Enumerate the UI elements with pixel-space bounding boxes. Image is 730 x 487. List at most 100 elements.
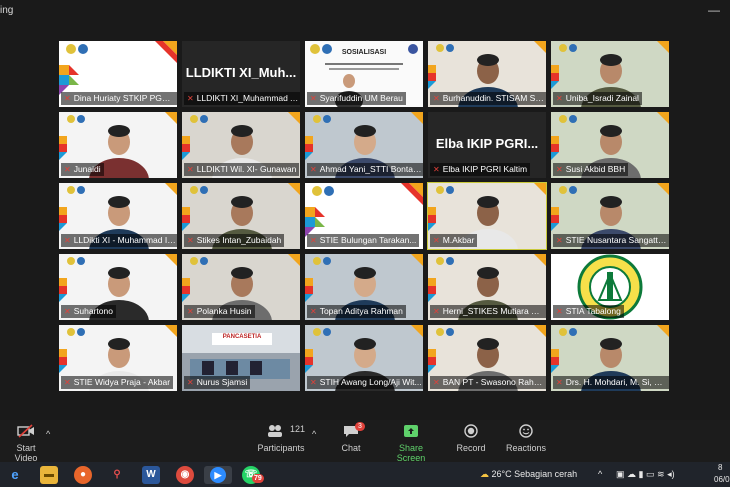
participant-tile[interactable]: ✕ STIE Bulungan Tarakan...: [305, 183, 423, 249]
firefox-icon[interactable]: ●: [74, 466, 92, 484]
participant-name-label: ✕ Junaidi: [61, 163, 104, 176]
participant-name-label: ✕ Nurus Sjamsi: [184, 376, 251, 389]
participant-name: STIH Awang Long/Aji Wit...: [319, 377, 422, 387]
participant-tile[interactable]: ✕ Dina Huriaty STKIP PGRI ...: [59, 41, 177, 107]
participant-name-label: ✕ Dina Huriaty STKIP PGRI ...: [61, 92, 177, 105]
video-off-icon: [4, 424, 48, 440]
participant-name-label: ✕ Topan Aditya Rahman: [307, 305, 406, 318]
participant-name-label: ✕ Elba IKIP PGRI Kaltim: [430, 163, 531, 176]
participant-tile[interactable]: ✕ Topan Aditya Rahman: [305, 254, 423, 320]
participant-tile[interactable]: ✕ STIA Tabalong: [551, 254, 669, 320]
chat-label: Chat: [341, 443, 361, 453]
video-gallery: ✕ Dina Huriaty STKIP PGRI ... LLDIKTI XI_M…: [0, 22, 730, 420]
participant-tile[interactable]: ✕ Burhanuddin. STISAM SA...: [428, 41, 546, 107]
word-icon[interactable]: W: [142, 466, 160, 484]
participant-name: Nurus Sjamsi: [196, 377, 248, 387]
participant-tile[interactable]: ✕ Ahmad Yani_STTI Bontang: [305, 112, 423, 178]
participants-options-chevron-icon[interactable]: ^: [312, 429, 316, 439]
participant-tile[interactable]: ✕ Suhartono: [59, 254, 177, 320]
participant-tile[interactable]: ✕ Junaidi: [59, 112, 177, 178]
weather-text: Sebagian cerah: [514, 469, 578, 479]
muted-mic-icon: ✕: [433, 165, 440, 174]
windows-taskbar: e ▬ ● ⚲ W ◉ ▶ ☏ 79 ☁ 26°C Sebagian cerah…: [0, 462, 730, 487]
window-title: ing: [0, 5, 14, 16]
participant-tile[interactable]: Elba IKIP PGRI... ✕ Elba IKIP PGRI Kaltim: [428, 112, 546, 178]
volume-icon[interactable]: ◂): [667, 469, 675, 479]
participant-name: Ahmad Yani_STTI Bontang: [319, 164, 423, 174]
participant-name: M.Akbar: [442, 235, 475, 245]
participant-tile[interactable]: ✕ Herni_STIKES Mutiara Ma...: [428, 254, 546, 320]
minimize-icon[interactable]: —: [708, 3, 720, 17]
participant-tile[interactable]: ✕ Susi Akbid BBH: [551, 112, 669, 178]
participant-name: Drs. H. Mohdari, M. Si, SP...: [565, 377, 669, 387]
muted-mic-icon: ✕: [187, 378, 194, 387]
chrome-icon[interactable]: ◉: [176, 466, 194, 484]
zoom-app-icon[interactable]: ▶: [204, 466, 232, 484]
participant-name: Stikes Intan_Zubaidah: [196, 235, 282, 245]
participant-name-label: ✕ Suhartono: [61, 305, 116, 318]
participant-name-label: ✕ LLDikti XI - Muhammad Is...: [61, 234, 177, 247]
tray-chevron-icon[interactable]: ^: [598, 469, 602, 479]
participant-tile[interactable]: ✕ LLDikti XI - Muhammad Is...: [59, 183, 177, 249]
weather-widget[interactable]: ☁ 26°C Sebagian cerah: [480, 469, 577, 480]
participant-tile[interactable]: ✕ Polanka Husin: [182, 254, 300, 320]
tray-cloud-icon[interactable]: ☁: [627, 469, 636, 479]
muted-mic-icon: ✕: [187, 165, 194, 174]
participant-display-name: LLDIKTI XI_Muh...: [185, 65, 297, 80]
muted-mic-icon: ✕: [187, 236, 194, 245]
participant-tile[interactable]: PANCASETIA ✕ Nurus Sjamsi: [182, 325, 300, 391]
reactions-button[interactable]: Reactions: [504, 424, 548, 453]
tray-app-icon[interactable]: ▣: [616, 469, 625, 479]
participant-name: Polanka Husin: [196, 306, 252, 316]
participant-name-label: ✕ Drs. H. Mohdari, M. Si, SP...: [553, 376, 669, 389]
tray-icons: ▣ ☁ ▮ ▭ ≋ ◂): [616, 469, 675, 480]
participant-tile[interactable]: ✕ LLDIKTI Wil. XI- Gunawan: [182, 112, 300, 178]
participant-name: LLDIKTI XI_Muhammad A...: [196, 93, 300, 103]
participant-name-label: ✕ STIA Tabalong: [553, 305, 624, 318]
participant-tile[interactable]: LLDIKTI XI_Muh... ✕ LLDIKTI XI_Muhammad A.…: [182, 41, 300, 107]
share-screen-icon: [384, 424, 438, 440]
participant-name-label: ✕ Uniba_Isradi Zainal: [553, 92, 642, 105]
clock-time: 8: [718, 463, 723, 472]
participant-tile[interactable]: SOSIALISASI ✕ Syarifuddin UM Berau: [305, 41, 423, 107]
participant-name-label: ✕ Herni_STIKES Mutiara Ma...: [430, 305, 546, 318]
whatsapp-icon[interactable]: ☏ 79: [242, 466, 264, 484]
tray-pen-icon[interactable]: ▮: [639, 469, 644, 479]
participant-tile[interactable]: ✕ STIE Nusantara Sangatta...: [551, 183, 669, 249]
participant-name: Susi Akbid BBH: [565, 164, 626, 174]
participant-name: Junaidi: [73, 164, 101, 174]
participant-tile[interactable]: ✕ Stikes Intan_Zubaidah: [182, 183, 300, 249]
file-explorer-icon[interactable]: ▬: [40, 466, 58, 484]
participants-count: 121: [290, 424, 306, 434]
app-figure-icon[interactable]: ⚲: [108, 466, 126, 484]
video-options-chevron-icon[interactable]: ^: [46, 429, 50, 439]
participant-tile[interactable]: ✕ BAN PT - Swasono Rahar...: [428, 325, 546, 391]
muted-mic-icon: ✕: [310, 307, 317, 316]
participant-tile[interactable]: ✕ Uniba_Isradi Zainal: [551, 41, 669, 107]
slide-title: SOSIALISASI: [341, 49, 387, 56]
participant-name: STIA Tabalong: [565, 306, 621, 316]
reactions-label: Reactions: [505, 443, 547, 453]
participant-name-label: ✕ BAN PT - Swasono Rahar...: [430, 376, 546, 389]
participant-tile[interactable]: ✕ Drs. H. Mohdari, M. Si, SP...: [551, 325, 669, 391]
participants-label: Participants: [257, 443, 305, 453]
participant-name-label: ✕ Susi Akbid BBH: [553, 163, 629, 176]
participant-name: STIE Widya Praja - Akbar: [73, 377, 171, 387]
participant-tile[interactable]: ✕ STIH Awang Long/Aji Wit...: [305, 325, 423, 391]
battery-icon[interactable]: ▭: [646, 469, 655, 479]
participant-tile[interactable]: ✕ STIE Widya Praja - Akbar: [59, 325, 177, 391]
muted-mic-icon: ✕: [556, 378, 563, 387]
start-video-button[interactable]: Start Video: [4, 424, 48, 463]
muted-mic-icon: ✕: [556, 165, 563, 174]
muted-mic-icon: ✕: [556, 236, 563, 245]
muted-mic-icon: ✕: [433, 236, 440, 245]
participant-name-label: ✕ STIE Widya Praja - Akbar: [61, 376, 174, 389]
participant-name: STIE Bulungan Tarakan...: [319, 235, 417, 245]
chat-button[interactable]: 3 Chat: [336, 422, 366, 453]
record-button[interactable]: Record: [454, 424, 488, 453]
share-screen-button[interactable]: Share Screen: [384, 424, 438, 463]
wifi-icon[interactable]: ≋: [657, 469, 665, 479]
edge-browser-icon[interactable]: e: [6, 466, 24, 484]
participant-tile[interactable]: ✕ M.Akbar: [427, 182, 547, 250]
participant-name-label: ✕ Stikes Intan_Zubaidah: [184, 234, 285, 247]
